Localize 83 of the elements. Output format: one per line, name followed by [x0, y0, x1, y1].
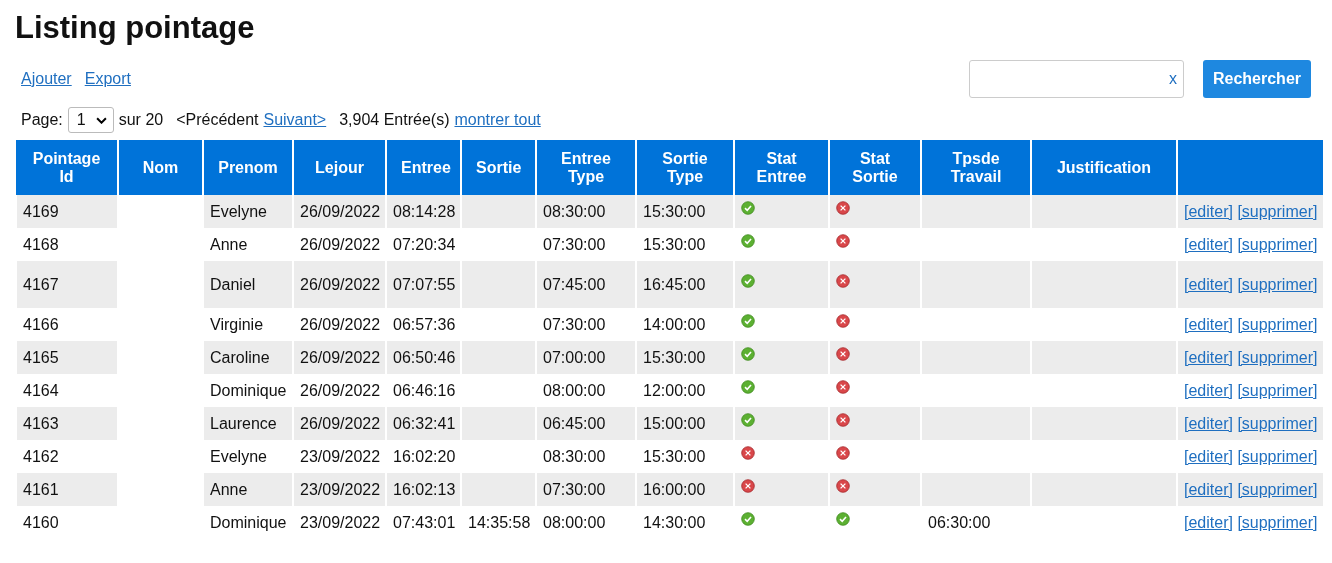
table-cell: 06:32:41: [386, 407, 461, 440]
table-cell: 16:02:13: [386, 473, 461, 506]
delete-link[interactable]: [supprimer]: [1237, 447, 1318, 465]
table-cell: 16:00:00: [636, 473, 734, 506]
page-title: Listing pointage: [15, 9, 256, 46]
column-header: Justification: [1031, 140, 1177, 195]
table-cell: 14:30:00: [636, 506, 734, 539]
edit-link[interactable]: [editer]: [1184, 513, 1233, 531]
table-cell: 08:14:28: [386, 195, 461, 228]
table-cell: 4165: [16, 341, 118, 374]
column-header: Tpsde Travail: [921, 140, 1031, 195]
delete-link[interactable]: [supprimer]: [1237, 235, 1318, 253]
column-header: Sortie Type: [636, 140, 734, 195]
column-header: Pointage Id: [16, 140, 118, 195]
table-cell: 26/09/2022: [293, 341, 386, 374]
table-cell: 07:07:55: [386, 261, 461, 308]
table-cell: Caroline: [203, 341, 293, 374]
table-cell: Daniel: [203, 261, 293, 308]
table-cell: 26/09/2022: [293, 407, 386, 440]
table-cell: 07:00:00: [536, 341, 636, 374]
edit-link[interactable]: [editer]: [1184, 447, 1233, 465]
table-cell: 07:45:00: [536, 261, 636, 308]
table-cell: Laurence: [203, 407, 293, 440]
edit-link[interactable]: [editer]: [1184, 235, 1233, 253]
table-cell: 14:35:58: [461, 506, 536, 539]
toolbar-link[interactable]: Ajouter: [21, 70, 72, 88]
table-cell: 4163: [16, 407, 118, 440]
chevron-icon: [95, 116, 107, 124]
search-button[interactable]: Rechercher: [1202, 60, 1311, 98]
table-cell: 16:45:00: [636, 261, 734, 308]
delete-link[interactable]: [supprimer]: [1237, 315, 1318, 333]
table-cell: 06:50:46: [386, 341, 461, 374]
column-header: Stat Entree: [734, 140, 829, 195]
table-cell: 26/09/2022: [293, 195, 386, 228]
table-cell: 23/09/2022: [293, 506, 386, 539]
table-cell: 15:30:00: [636, 341, 734, 374]
table-cell: 06:45:00: [536, 407, 636, 440]
next-link[interactable]: Suivant>: [263, 111, 327, 129]
column-header: Sortie: [461, 140, 536, 195]
page-dropdown[interactable]: 1: [67, 107, 114, 133]
table-cell: Dominique: [203, 506, 293, 539]
table-cell: 26/09/2022: [293, 261, 386, 308]
column-header: Entree: [386, 140, 461, 195]
column-header: Entree Type: [536, 140, 636, 195]
table-cell: Anne: [203, 473, 293, 506]
edit-link[interactable]: [editer]: [1184, 414, 1233, 432]
column-header: Prenom: [203, 140, 293, 195]
column-header: Nom: [118, 140, 203, 195]
entry-count: 3,904 Entrée(s): [339, 111, 450, 129]
page-label: Page:: [21, 111, 63, 129]
table-cell: 08:00:00: [536, 506, 636, 539]
table-cell: 07:43:01: [386, 506, 461, 539]
clear-button[interactable]: x: [1168, 70, 1177, 88]
edit-link[interactable]: [editer]: [1184, 348, 1233, 366]
column-header: Lejour: [293, 140, 386, 195]
search-field[interactable]: x: [968, 60, 1184, 98]
edit-link[interactable]: [editer]: [1184, 315, 1233, 333]
delete-link[interactable]: [supprimer]: [1237, 348, 1318, 366]
show-all-link[interactable]: montrer tout: [454, 111, 541, 129]
edit-link[interactable]: [editer]: [1184, 275, 1233, 293]
table-cell: 07:30:00: [536, 473, 636, 506]
table-cell: 08:30:00: [536, 195, 636, 228]
toolbar-link[interactable]: Export: [84, 70, 131, 88]
table-cell: 4161: [16, 473, 118, 506]
delete-link[interactable]: [supprimer]: [1237, 202, 1318, 220]
delete-link[interactable]: [supprimer]: [1237, 414, 1318, 432]
delete-link[interactable]: [supprimer]: [1237, 480, 1318, 498]
column-header: Stat Sortie: [829, 140, 921, 195]
table-cell: 06:30:00: [921, 506, 1031, 539]
edit-link[interactable]: [editer]: [1184, 480, 1233, 498]
page-count: sur 20: [118, 111, 164, 129]
delete-link[interactable]: [supprimer]: [1237, 275, 1318, 293]
table-cell: 15:30:00: [636, 195, 734, 228]
table-cell: 4167: [16, 261, 118, 308]
table-cell: 23/09/2022: [293, 473, 386, 506]
edit-link[interactable]: [editer]: [1184, 381, 1233, 399]
delete-link[interactable]: [supprimer]: [1237, 381, 1318, 399]
edit-link[interactable]: [editer]: [1184, 202, 1233, 220]
table-cell: 15:00:00: [636, 407, 734, 440]
table-cell: 4169: [16, 195, 118, 228]
delete-link[interactable]: [supprimer]: [1237, 513, 1318, 531]
table-cell: Evelyne: [203, 195, 293, 228]
previous-label: <Précédent: [176, 111, 259, 129]
